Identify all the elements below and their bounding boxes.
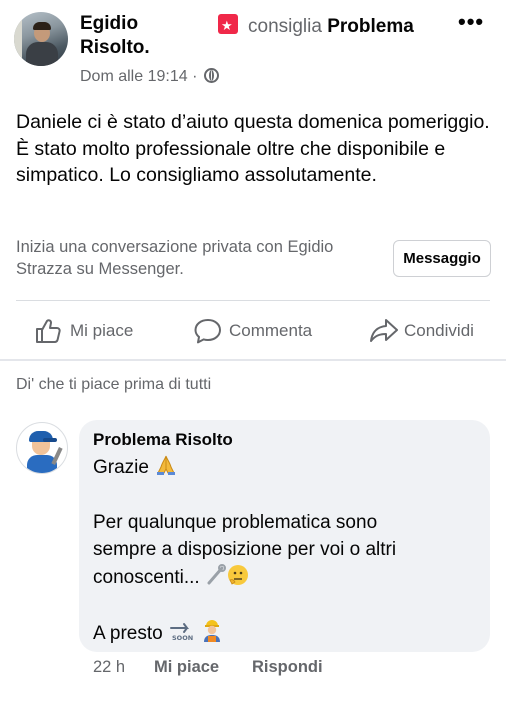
worker-emoji xyxy=(203,620,220,642)
author-avatar[interactable] xyxy=(14,12,68,66)
more-icon[interactable]: ••• xyxy=(458,9,484,35)
post-action-bar: Mi piace Commenta Condividi xyxy=(0,304,506,358)
globe-icon xyxy=(203,68,219,83)
like-button[interactable]: Mi piace xyxy=(34,318,144,344)
comment-line: conoscenti... xyxy=(93,564,249,591)
tools-emoji xyxy=(207,564,226,585)
soon-arrow-emoji: SOON xyxy=(169,623,193,642)
comment-age[interactable]: 22 h xyxy=(93,658,125,677)
author-name[interactable]: Egidio Risolto. xyxy=(80,12,180,60)
share-icon xyxy=(370,319,398,342)
comment-label: Commenta xyxy=(229,321,313,340)
messenger-prompt-text: Inizia una conversazione privata con Egi… xyxy=(16,238,334,278)
section-divider xyxy=(0,359,506,361)
comment-icon xyxy=(194,319,221,344)
recommended-page-link[interactable]: Problema xyxy=(327,16,414,37)
folded-hands-emoji xyxy=(156,455,175,475)
post-timestamp[interactable]: Dom alle 19:14 · xyxy=(80,68,197,85)
recommends-verb: consiglia xyxy=(248,16,322,37)
comment-button[interactable]: Commenta xyxy=(194,318,319,344)
comment-text: Per qualunque problematica sono xyxy=(93,512,378,533)
svg-text:SOON: SOON xyxy=(172,634,193,642)
comment-author[interactable]: Problema Risolto xyxy=(93,430,233,450)
post-meta: Dom alle 19:14 · xyxy=(80,66,219,86)
comment-text: Grazie xyxy=(93,457,149,478)
comment-text: conoscenti... xyxy=(93,567,200,588)
first-like-prompt: Di' che ti piace prima di tutti xyxy=(16,376,212,393)
messenger-prompt: Inizia una conversazione privata con Egi… xyxy=(16,236,492,286)
recommendation-line: consiglia Problema xyxy=(218,12,414,39)
share-label: Condividi xyxy=(404,321,474,340)
message-button[interactable]: Messaggio xyxy=(393,240,491,277)
comment-like-button[interactable]: Mi piace xyxy=(154,658,219,677)
comment-bubble: Problema Risolto Grazie Per qualunque pr… xyxy=(79,420,490,652)
comment-text: sempre a disposizione per voi o altri xyxy=(93,539,397,560)
commenter-avatar[interactable] xyxy=(16,422,68,474)
comment-text: A presto xyxy=(93,623,163,644)
thinking-face-emoji xyxy=(227,565,248,585)
comment-line: Grazie xyxy=(93,454,177,481)
comment-line: A presto SOON xyxy=(93,618,223,647)
divider xyxy=(16,300,490,301)
recommend-icon xyxy=(218,14,238,38)
comment-reply-button[interactable]: Rispondi xyxy=(252,658,323,677)
like-label: Mi piace xyxy=(70,321,134,340)
like-icon xyxy=(36,319,61,343)
post-text: Daniele ci è stato d’aiuto questa domeni… xyxy=(16,111,490,186)
share-button[interactable]: Condividi xyxy=(369,318,479,344)
post-header: Egidio Risolto. consiglia Problema ••• D… xyxy=(0,0,506,96)
